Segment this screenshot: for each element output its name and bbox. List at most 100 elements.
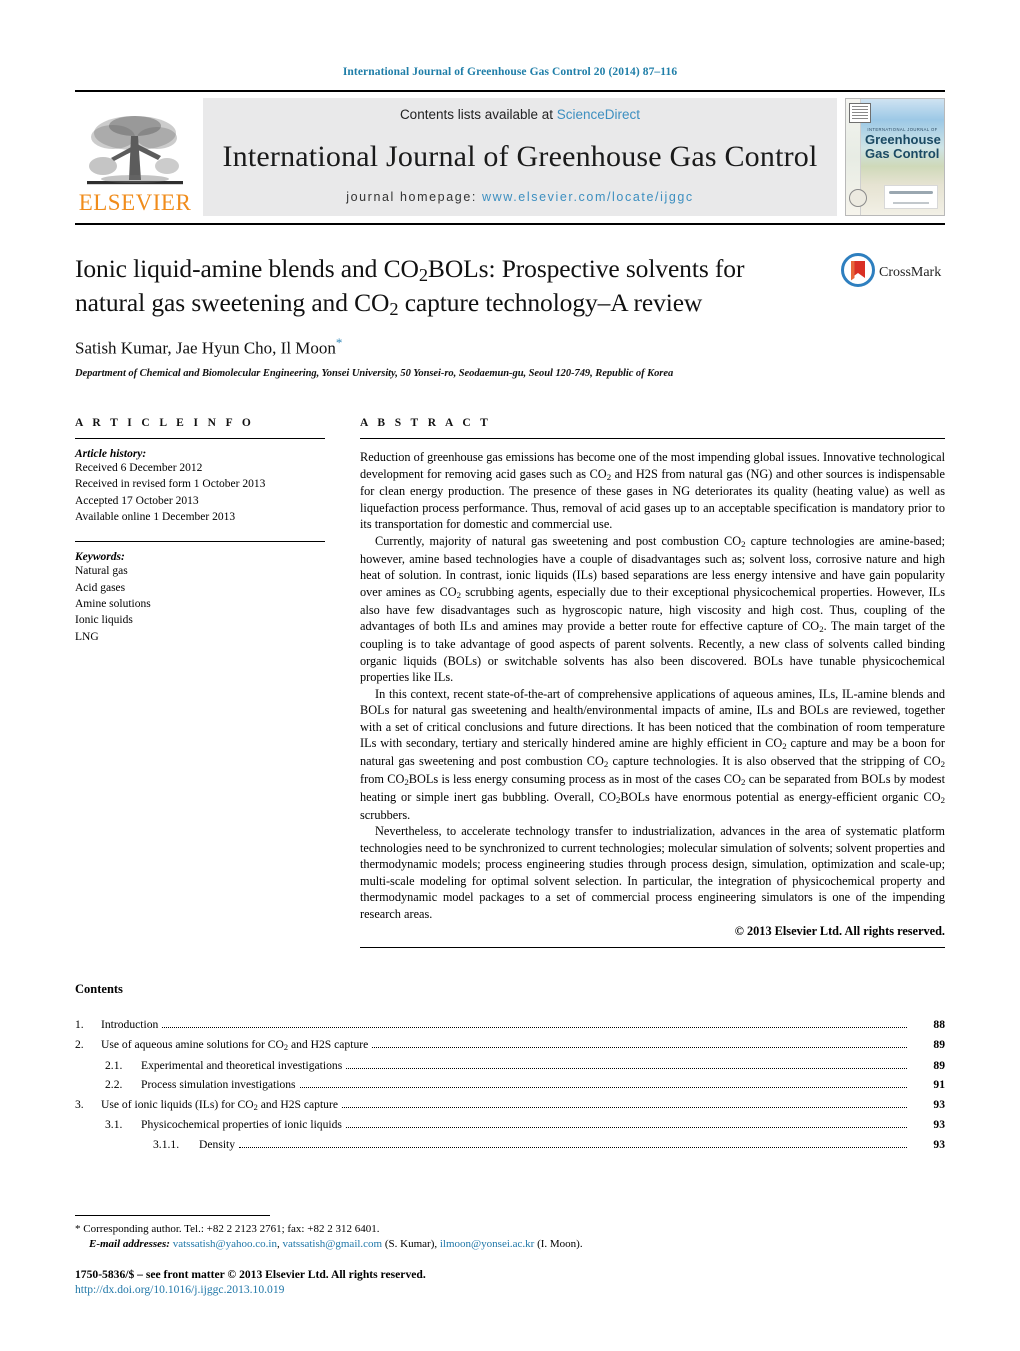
homepage-prefix: journal homepage: bbox=[346, 190, 483, 204]
toc-page-number: 89 bbox=[933, 1058, 945, 1072]
abstract-paragraph: In this context, recent state-of-the-art… bbox=[360, 686, 946, 822]
toc-page-number: 88 bbox=[933, 1018, 945, 1032]
abstract-heading: A B S T R A C T bbox=[360, 416, 492, 429]
toc-row[interactable]: 3.1.1. Density 93 bbox=[75, 1139, 945, 1151]
toc-number: 3.1.1. bbox=[153, 1137, 180, 1151]
history-item: Accepted 17 October 2013 bbox=[75, 494, 199, 507]
history-item: Available online 1 December 2013 bbox=[75, 510, 236, 523]
article-info-rule bbox=[75, 437, 325, 439]
toc-number: 1. bbox=[75, 1018, 84, 1032]
email-sep: (I. Moon). bbox=[534, 1237, 583, 1250]
email-label: E-mail addresses: bbox=[89, 1237, 170, 1250]
abstract-paragraph: Nevertheless, to accelerate technology t… bbox=[360, 824, 945, 921]
email-link[interactable]: ilmoon@yonsei.ac.kr bbox=[440, 1238, 534, 1250]
keyword-item: LNG bbox=[75, 630, 99, 643]
journal-cover-thumbnail: INTERNATIONAL JOURNAL OF Greenhouse Gas … bbox=[845, 98, 945, 216]
toc-label: Use of aqueous amine solutions for CO2 a… bbox=[101, 1037, 369, 1052]
toc-page-number: 91 bbox=[933, 1078, 945, 1092]
masthead-bottom-rule bbox=[75, 223, 945, 225]
article-info-heading: A R T I C L E I N F O bbox=[75, 416, 255, 429]
abstract-body: Reduction of greenhouse gas emissions ha… bbox=[360, 449, 945, 922]
abstract-rule bbox=[360, 437, 945, 439]
toc-number: 2. bbox=[75, 1037, 84, 1051]
author-names: Satish Kumar, Jae Hyun Cho, Il Moon bbox=[75, 338, 336, 358]
journal-title: International Journal of Greenhouse Gas … bbox=[222, 139, 818, 173]
issn-front-matter: 1750-5836/$ – see front matter © 2013 El… bbox=[75, 1268, 426, 1281]
toc-page-number: 93 bbox=[933, 1097, 945, 1111]
journal-masthead: ELSEVIER Contents lists available at Sci… bbox=[75, 90, 945, 216]
toc-row[interactable]: 3.1. Physicochemical properties of ionic … bbox=[75, 1119, 945, 1131]
email-addresses-note: E-mail addresses: vatssatish@yahoo.co.in… bbox=[75, 1237, 945, 1252]
email-sep: (S. Kumar), bbox=[382, 1237, 440, 1250]
toc-page-number: 93 bbox=[933, 1118, 945, 1132]
journal-homepage-line: journal homepage: www.elsevier.com/locat… bbox=[203, 190, 837, 204]
keywords-rule bbox=[75, 541, 325, 543]
footnote-rule bbox=[75, 1214, 270, 1216]
journal-article-page: International Journal of Greenhouse Gas … bbox=[0, 0, 1020, 1351]
toc-row[interactable]: 1. Introduction 88 bbox=[75, 1019, 945, 1031]
title-block: Ionic liquid-amine blends and CO2BOLs: P… bbox=[75, 253, 945, 379]
abstract-paragraph: Reduction of greenhouse gas emissions ha… bbox=[360, 449, 945, 532]
article-history-title: Article history: bbox=[75, 447, 147, 460]
table-of-contents: 1. Introduction 88 2. Use of aqueous amine s… bbox=[75, 1019, 945, 1150]
footnote-region: * Corresponding author. Tel.: +82 2 2123… bbox=[75, 1214, 945, 1296]
abstract-paragraph: Currently, majority of natural gas sweet… bbox=[360, 533, 946, 685]
homepage-url-link[interactable]: www.elsevier.com/locate/ijggc bbox=[482, 190, 694, 204]
title-part-4: capture technology–A review bbox=[398, 288, 703, 318]
crossmark-badge[interactable]: CrossMark bbox=[841, 253, 945, 287]
email-link[interactable]: vatssatish@yahoo.co.in bbox=[173, 1238, 277, 1250]
email-link[interactable]: vatssatish@gmail.com bbox=[282, 1238, 382, 1250]
abstract-copyright: © 2013 Elsevier Ltd. All rights reserved… bbox=[734, 924, 945, 939]
elsevier-logo: ELSEVIER bbox=[75, 98, 195, 216]
author-list: Satish Kumar, Jae Hyun Cho, Il Moon* bbox=[75, 335, 865, 359]
toc-number: 2.2. bbox=[105, 1078, 123, 1092]
keywords-title: Keywords: bbox=[75, 551, 125, 564]
toc-leader-dots bbox=[299, 1086, 907, 1089]
elsevier-wordmark: ELSEVIER bbox=[78, 190, 192, 215]
toc-number: 3. bbox=[75, 1097, 84, 1111]
toc-leader-dots bbox=[239, 1146, 907, 1148]
corresponding-author-marker: * bbox=[335, 335, 343, 351]
toc-label: Use of ionic liquids (ILs) for CO2 and H… bbox=[101, 1097, 338, 1112]
masthead-center-panel: Contents lists available at ScienceDirec… bbox=[203, 98, 837, 216]
article-info-column: A R T I C L E I N F O Article history: R… bbox=[75, 417, 325, 948]
keyword-item: Ionic liquids bbox=[75, 614, 133, 627]
title-sub-1: 2 bbox=[418, 265, 428, 286]
toc-label: Density bbox=[199, 1137, 236, 1151]
toc-row[interactable]: 2. Use of aqueous amine solutions for CO2… bbox=[75, 1037, 945, 1052]
toc-leader-dots bbox=[372, 1046, 907, 1048]
keyword-item: Amine solutions bbox=[75, 597, 151, 610]
abstract-column: A B S T R A C T Reduction of greenhouse … bbox=[360, 416, 945, 949]
toc-leader-dots bbox=[346, 1067, 907, 1069]
cover-title-line2: Gas Control bbox=[865, 145, 940, 161]
toc-leader-dots bbox=[162, 1026, 907, 1029]
title-part-2: BOLs: Prospective solvents for bbox=[427, 254, 745, 283]
cover-elsevier-mark bbox=[849, 103, 871, 123]
keyword-item: Acid gases bbox=[75, 581, 126, 594]
toc-label: Process simulation investigations bbox=[141, 1078, 296, 1092]
toc-row[interactable]: 2.2. Process simulation investigations 91 bbox=[75, 1079, 945, 1091]
keyword-item: Natural gas bbox=[75, 565, 128, 578]
toc-leader-dots bbox=[345, 1126, 907, 1129]
cover-bottom-logo bbox=[884, 185, 938, 209]
toc-label: Introduction bbox=[101, 1018, 159, 1032]
toc-row[interactable]: 3. Use of ionic liquids (ILs) for CO2 and… bbox=[75, 1097, 945, 1112]
contents-lists-prefix: Contents lists available at bbox=[399, 107, 557, 122]
info-abstract-region: A R T I C L E I N F O Article history: R… bbox=[75, 416, 945, 949]
contents-section: Contents 1. Introduction 88 2. Use of aqueou… bbox=[75, 982, 945, 1150]
toc-row[interactable]: 2.1. Experimental and theoretical investi… bbox=[75, 1058, 945, 1072]
article-history-list: Received 6 December 2012 Received in rev… bbox=[75, 460, 325, 525]
contents-heading: Contents bbox=[75, 982, 123, 997]
doi-link[interactable]: http://dx.doi.org/10.1016/j.ijggc.2013.1… bbox=[75, 1283, 945, 1296]
history-item: Received in revised form 1 October 2013 bbox=[75, 478, 266, 491]
toc-label: Experimental and theoretical investigati… bbox=[141, 1058, 343, 1072]
sciencedirect-link[interactable]: ScienceDirect bbox=[557, 107, 640, 122]
toc-number: 2.1. bbox=[105, 1058, 123, 1072]
keywords-list: Natural gas Acid gases Amine solutions I… bbox=[75, 563, 325, 645]
toc-number: 3.1. bbox=[105, 1118, 123, 1132]
crossmark-wordmark: CrossMark bbox=[879, 265, 941, 280]
toc-label: Physicochemical properties of ionic liqu… bbox=[141, 1118, 342, 1132]
running-head: International Journal of Greenhouse Gas … bbox=[342, 66, 678, 78]
abstract-bottom-rule bbox=[360, 947, 945, 949]
crossmark-icon: CrossMark bbox=[841, 253, 941, 287]
